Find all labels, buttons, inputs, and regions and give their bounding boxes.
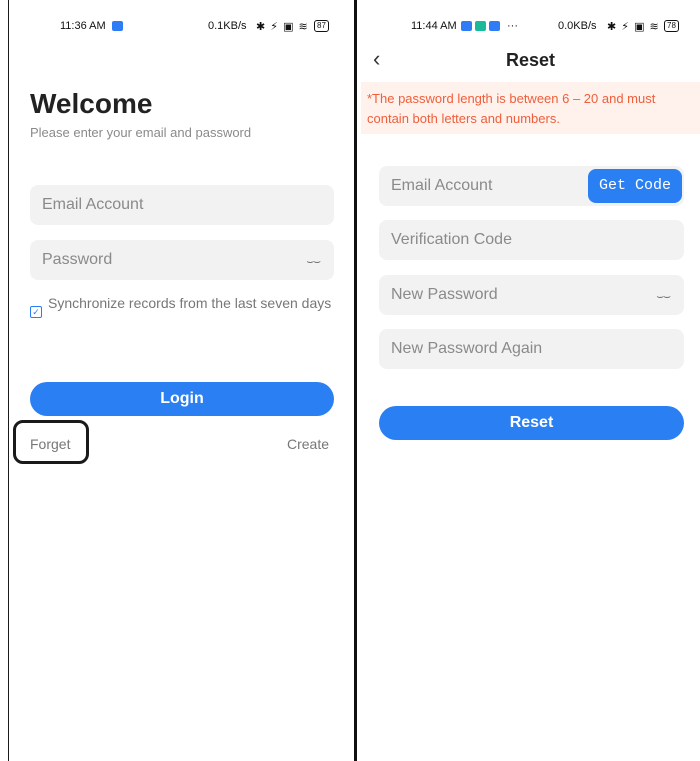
app-notification-icon: [475, 21, 486, 31]
reset-button[interactable]: Reset: [379, 406, 684, 440]
new-password-again-placeholder: New Password Again: [391, 340, 543, 357]
password-placeholder: Password: [42, 251, 113, 268]
sim-icon: ▣: [283, 21, 295, 33]
eye-closed-icon[interactable]: ⌣⌣: [306, 254, 321, 269]
screen-divider: [350, 0, 361, 761]
eye-closed-icon[interactable]: ⌣⌣: [656, 289, 671, 304]
more-notifications: ···: [507, 20, 518, 32]
network-speed: 0.0KB/s: [558, 20, 597, 32]
mute-icon: ⚡: [270, 21, 280, 33]
sync-records-label: Synchronize records from the last seven …: [48, 295, 332, 311]
battery-icon: 87: [314, 20, 329, 32]
verification-code-field[interactable]: Verification Code: [379, 220, 684, 260]
status-bar: 11:36 AM 0.1KB/s ✱ ⚡ ▣ ≋ 87: [0, 14, 350, 40]
wifi-icon: ≋: [649, 21, 660, 33]
email-placeholder: Email Account: [391, 177, 493, 194]
status-time: 11:44 AM: [411, 20, 457, 32]
status-time: 11:36 AM: [60, 20, 106, 32]
app-notification-icon: [489, 21, 500, 31]
bluetooth-icon: ✱: [256, 21, 267, 33]
checkbox-icon[interactable]: ✓: [30, 306, 42, 318]
mute-icon: ⚡: [621, 21, 631, 33]
app-notification-icon: [112, 21, 123, 31]
page-title: Reset: [505, 50, 556, 70]
battery-icon: 78: [664, 20, 679, 32]
create-link[interactable]: Create: [287, 436, 329, 452]
email-field[interactable]: Email Account Get Code: [379, 166, 684, 206]
new-password-field[interactable]: New Password ⌣⌣: [379, 275, 684, 315]
email-placeholder: Email Account: [42, 196, 144, 213]
reset-screen: 11:44 AM ··· 0.0KB/s ✱ ⚡ ▣ ≋ 78 ‹ Reset …: [361, 0, 700, 761]
status-icons: ✱ ⚡ ▣ ≋: [256, 20, 309, 33]
get-code-button[interactable]: Get Code: [588, 169, 682, 203]
bluetooth-icon: ✱: [607, 21, 618, 33]
page-title: Welcome: [30, 88, 153, 119]
email-field[interactable]: Email Account: [30, 185, 334, 225]
status-icons: ✱ ⚡ ▣ ≋: [607, 20, 660, 33]
password-rule-notice: *The password length is between 6 – 20 a…: [367, 91, 656, 126]
login-screen: 11:36 AM 0.1KB/s ✱ ⚡ ▣ ≋ 87 Welcome Plea…: [0, 0, 350, 761]
sim-icon: ▣: [634, 21, 646, 33]
page-subtitle: Please enter your email and password: [30, 125, 252, 140]
network-speed: 0.1KB/s: [208, 20, 247, 32]
password-field[interactable]: Password ⌣⌣: [30, 240, 334, 280]
screen-edge: [8, 0, 9, 761]
new-password-placeholder: New Password: [391, 286, 498, 303]
verification-code-placeholder: Verification Code: [391, 231, 512, 248]
notice-banner: *The password length is between 6 – 20 a…: [361, 82, 700, 134]
status-bar: 11:44 AM ··· 0.0KB/s ✱ ⚡ ▣ ≋ 78: [361, 14, 700, 40]
new-password-again-field[interactable]: New Password Again: [379, 329, 684, 369]
wifi-icon: ≋: [298, 21, 309, 33]
app-notification-icon: [461, 21, 472, 31]
forget-link[interactable]: Forget: [30, 436, 70, 452]
login-button[interactable]: Login: [30, 382, 334, 416]
